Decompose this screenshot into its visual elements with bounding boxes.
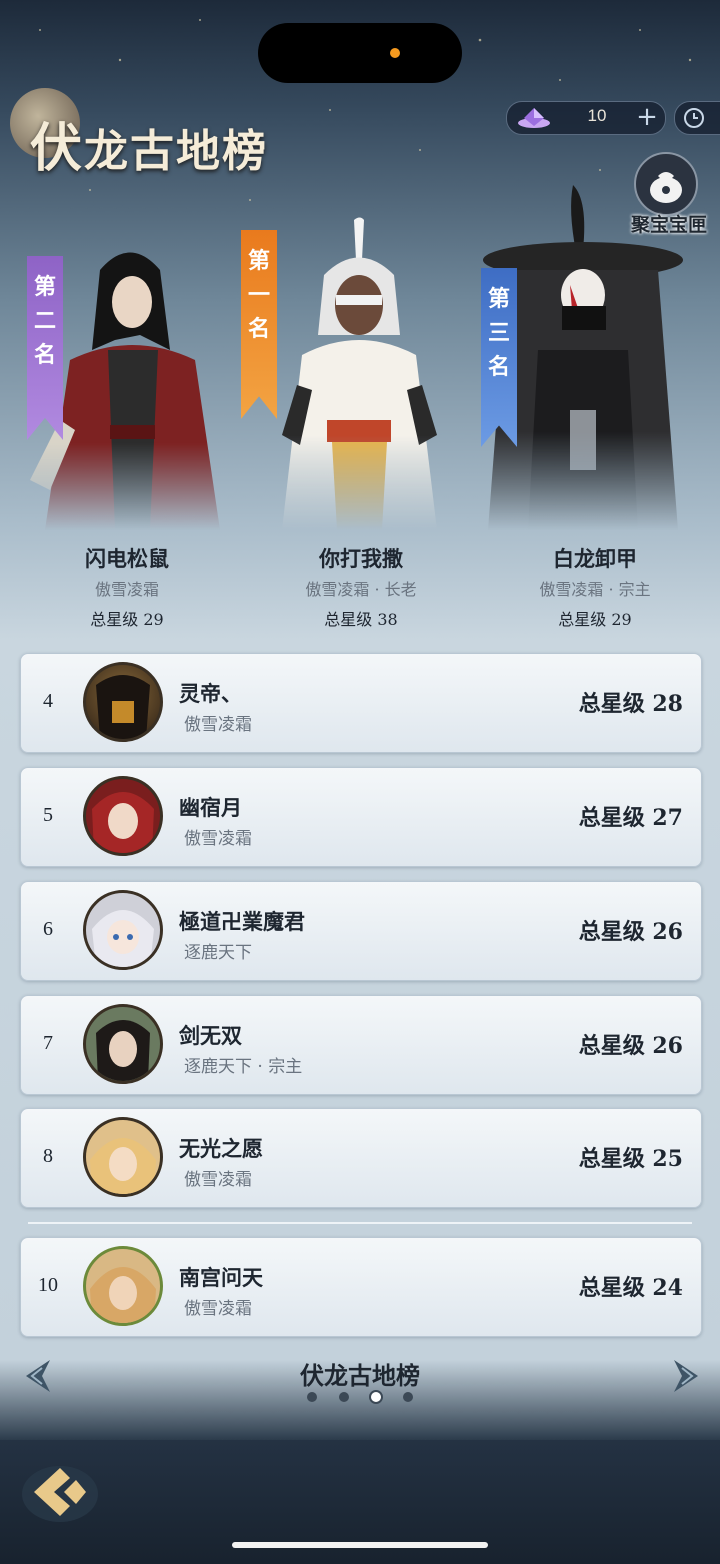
podium-stars-second: 总星级 29 <box>90 610 164 629</box>
banner-rank-2: 第二名 <box>27 256 63 440</box>
row-name: 幽宿月 <box>179 795 242 820</box>
avatar <box>83 890 163 970</box>
podium-guild-third: 傲雪凌霜 · 宗主 <box>539 580 651 599</box>
history-button[interactable] <box>674 101 720 135</box>
row-rank: 7 <box>43 1032 53 1054</box>
row-name: 灵帝、 <box>179 681 242 706</box>
avatar <box>83 1004 163 1084</box>
row-name: 剑无双 <box>179 1023 242 1048</box>
row-name: 无光之愿 <box>179 1136 263 1161</box>
row-stars: 总星级 26 <box>578 919 683 945</box>
prev-arrow-icon[interactable] <box>20 1356 56 1396</box>
ranking-row[interactable]: 5 幽宿月 傲雪凌霜 总星级 27 <box>20 767 702 867</box>
banner-rank-1: 第一名 <box>241 230 277 419</box>
currency-counter: 10 + <box>506 101 666 135</box>
page-title: 伏龙古地榜 <box>30 118 269 179</box>
next-arrow-icon[interactable] <box>668 1356 704 1396</box>
privacy-indicator <box>390 48 400 58</box>
page-dot[interactable] <box>307 1392 317 1402</box>
row-guild: 逐鹿天下 · 宗主 <box>184 1057 303 1077</box>
podium-name-first: 你打我撒 <box>319 546 403 571</box>
ranking-row[interactable]: 8 无光之愿 傲雪凌霜 总星级 25 <box>20 1108 702 1208</box>
row-stars: 总星级 28 <box>578 691 683 717</box>
page-dot[interactable] <box>339 1392 349 1402</box>
podium-name-third: 白龙卸甲 <box>553 546 637 571</box>
podium-stars-first: 总星级 38 <box>324 610 398 629</box>
back-icon[interactable] <box>20 1456 104 1526</box>
ranking-row-self[interactable]: 10 南宫问天 傲雪凌霜 总星级 24 <box>20 1237 702 1337</box>
row-guild: 傲雪凌霜 <box>184 715 252 735</box>
home-indicator[interactable] <box>232 1542 488 1548</box>
row-rank: 8 <box>43 1145 53 1167</box>
podium-stars-third: 总星级 29 <box>558 610 632 629</box>
row-stars: 总星级 25 <box>578 1146 683 1172</box>
row-name: 南宫问天 <box>179 1265 263 1290</box>
clock-icon <box>684 108 704 128</box>
podium-guild-second: 傲雪凌霜 <box>94 580 159 599</box>
ranking-row[interactable]: 6 極道卍業魔君 逐鹿天下 总星级 26 <box>20 881 702 981</box>
podium-figure-first[interactable] <box>262 215 457 530</box>
row-rank: 10 <box>38 1274 58 1296</box>
avatar <box>83 1117 163 1197</box>
currency-value: 10 <box>587 106 607 125</box>
page-dot-active[interactable] <box>369 1390 383 1404</box>
row-rank: 5 <box>43 804 53 826</box>
list-divider <box>28 1222 692 1224</box>
avatar <box>83 662 163 742</box>
row-stars: 总星级 27 <box>578 805 683 831</box>
pager-title: 伏龙古地榜 <box>300 1361 420 1390</box>
page-dot[interactable] <box>403 1392 413 1402</box>
row-guild: 逐鹿天下 <box>184 943 252 963</box>
row-rank: 6 <box>43 918 53 940</box>
gem-icon <box>518 108 550 128</box>
avatar <box>83 776 163 856</box>
avatar <box>83 1246 163 1326</box>
row-rank: 4 <box>43 690 53 712</box>
row-stars: 总星级 26 <box>578 1033 683 1059</box>
row-name: 極道卍業魔君 <box>179 909 305 934</box>
row-stars: 总星级 24 <box>578 1275 683 1301</box>
podium-name-second: 闪电松鼠 <box>85 546 169 571</box>
row-guild: 傲雪凌霜 <box>184 1170 252 1190</box>
row-guild: 傲雪凌霜 <box>184 829 252 849</box>
dynamic-island <box>258 23 462 83</box>
ranking-row[interactable]: 7 剑无双 逐鹿天下 · 宗主 总星级 26 <box>20 995 702 1095</box>
banner-rank-3: 第三名 <box>481 268 517 447</box>
plus-icon[interactable]: + <box>633 103 661 131</box>
ranking-row[interactable]: 4 灵帝、 傲雪凌霜 总星级 28 <box>20 653 702 753</box>
podium-guild-first: 傲雪凌霜 · 长老 <box>305 580 417 599</box>
row-guild: 傲雪凌霜 <box>184 1299 252 1319</box>
page-title-area: 伏龙古地榜 <box>10 88 310 179</box>
